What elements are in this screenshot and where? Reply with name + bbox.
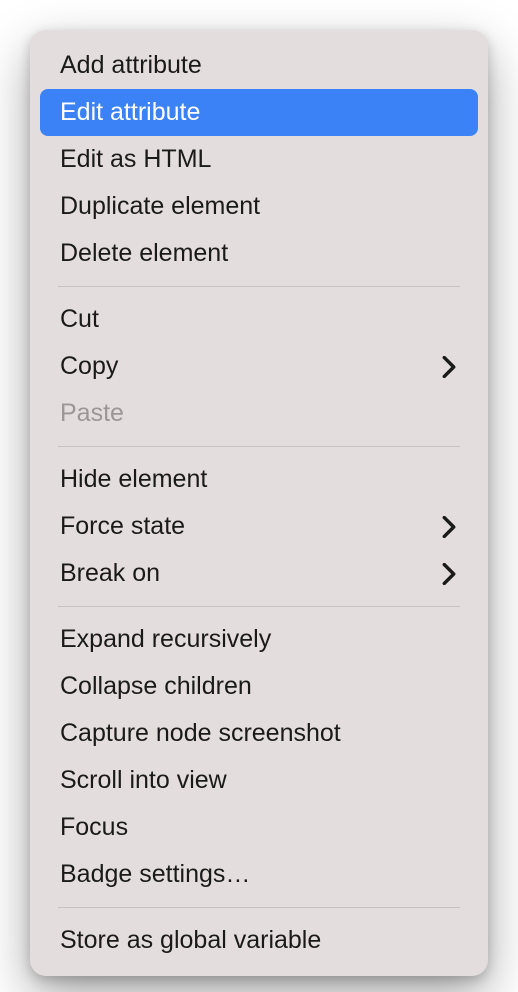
menu-item-capture-node-screenshot[interactable]: Capture node screenshot [40, 710, 478, 757]
menu-item-add-attribute[interactable]: Add attribute [40, 42, 478, 89]
menu-item-force-state[interactable]: Force state [40, 503, 478, 550]
menu-item-label: Break on [60, 556, 440, 591]
menu-item-copy[interactable]: Copy [40, 343, 478, 390]
menu-item-label: Capture node screenshot [60, 716, 458, 751]
menu-item-badge-settings[interactable]: Badge settings… [40, 851, 478, 898]
menu-item-expand-recursively[interactable]: Expand recursively [40, 616, 478, 663]
menu-item-edit-attribute[interactable]: Edit attribute [40, 89, 478, 136]
menu-item-label: Edit as HTML [60, 142, 458, 177]
menu-item-paste: Paste [40, 390, 478, 437]
menu-item-hide-element[interactable]: Hide element [40, 456, 478, 503]
menu-item-collapse-children[interactable]: Collapse children [40, 663, 478, 710]
menu-item-label: Edit attribute [60, 95, 458, 130]
chevron-right-icon [440, 565, 458, 583]
menu-item-edit-as-html[interactable]: Edit as HTML [40, 136, 478, 183]
chevron-right-icon [440, 358, 458, 376]
menu-item-label: Copy [60, 349, 440, 384]
menu-item-label: Force state [60, 509, 440, 544]
menu-item-duplicate-element[interactable]: Duplicate element [40, 183, 478, 230]
menu-item-scroll-into-view[interactable]: Scroll into view [40, 757, 478, 804]
context-menu[interactable]: Add attribute Edit attribute Edit as HTML D… [30, 30, 488, 976]
menu-item-focus[interactable]: Focus [40, 804, 478, 851]
menu-item-label: Collapse children [60, 669, 458, 704]
menu-separator [58, 606, 460, 607]
chevron-right-icon [440, 518, 458, 536]
menu-item-label: Add attribute [60, 48, 458, 83]
menu-item-label: Cut [60, 302, 458, 337]
menu-item-label: Delete element [60, 236, 458, 271]
menu-item-break-on[interactable]: Break on [40, 550, 478, 597]
menu-item-label: Paste [60, 396, 458, 431]
menu-item-label: Store as global variable [60, 923, 458, 958]
menu-item-label: Badge settings… [60, 857, 458, 892]
menu-separator [58, 907, 460, 908]
menu-item-cut[interactable]: Cut [40, 296, 478, 343]
menu-item-label: Hide element [60, 462, 458, 497]
menu-item-label: Expand recursively [60, 622, 458, 657]
menu-item-label: Duplicate element [60, 189, 458, 224]
menu-separator [58, 446, 460, 447]
menu-item-delete-element[interactable]: Delete element [40, 230, 478, 277]
menu-item-store-as-global[interactable]: Store as global variable [40, 917, 478, 964]
menu-item-label: Focus [60, 810, 458, 845]
menu-item-label: Scroll into view [60, 763, 458, 798]
menu-separator [58, 286, 460, 287]
